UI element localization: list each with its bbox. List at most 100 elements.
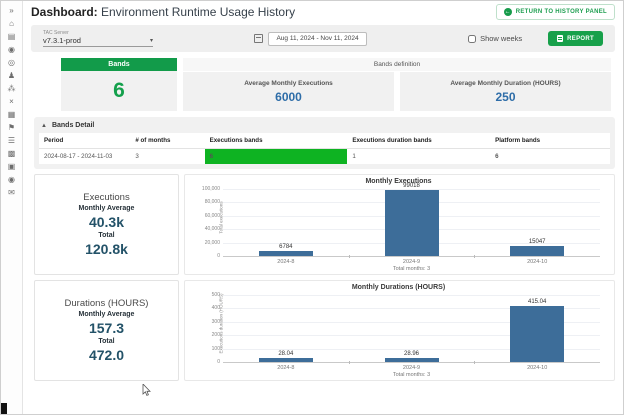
- cell-platform-bands: 6: [490, 149, 610, 165]
- avg-monthly-duration-value: 250: [495, 90, 515, 104]
- bar-2024-8: [259, 358, 313, 362]
- pie-icon[interactable]: ◉: [4, 43, 20, 56]
- chart-plot: 010020030040050028.0428.96415.04: [223, 295, 600, 363]
- users-icon[interactable]: ⁂: [4, 82, 20, 95]
- show-weeks-label: Show weeks: [480, 34, 522, 43]
- y-tick-label: 200: [212, 332, 220, 338]
- page-title-text: Environment Runtime Usage History: [101, 5, 295, 19]
- home-icon[interactable]: ⌂: [4, 17, 20, 30]
- return-to-history-button[interactable]: ← RETURN TO HISTORY PANEL: [496, 4, 615, 20]
- durations-stats-card: Durations (HOURS) Monthly Average 157.3 …: [34, 280, 179, 381]
- y-tick-label: 100: [212, 346, 220, 352]
- cell-executions-duration-bands: 1: [347, 149, 490, 165]
- x-tick-label: 2024-9: [403, 365, 420, 371]
- return-button-label: RETURN TO HISTORY PANEL: [516, 9, 607, 15]
- col-platform-bands: Platform bands: [490, 133, 610, 149]
- col-executions-duration-bands: Executions duration bands: [347, 133, 490, 149]
- user-icon[interactable]: ♟: [4, 69, 20, 82]
- left-sidebar: »⌂▤◉◎♟⁂×▦⚑☰▩▣◉✉: [1, 1, 23, 414]
- avg-monthly-executions-label: Average Monthly Executions: [244, 80, 333, 87]
- executions-total-value: 120.8k: [85, 241, 128, 257]
- cell-months: 3: [130, 149, 204, 165]
- x-axis-label: Total months: 3: [393, 266, 430, 272]
- app-window: »⌂▤◉◎♟⁂×▦⚑☰▩▣◉✉ Dashboard: Environment R…: [0, 0, 624, 415]
- executions-stats-card: Executions Monthly Average 40.3k Total 1…: [34, 174, 179, 275]
- bar-2024-9: [385, 358, 439, 362]
- y-tick-label: 40,000: [205, 226, 220, 232]
- y-tick-label: 100,000: [202, 186, 220, 192]
- y-tick-label: 400: [212, 305, 220, 311]
- col-months: # of months: [130, 133, 204, 149]
- bands-detail-title: Bands Detail: [52, 122, 94, 129]
- col-executions-bands: Executions bands: [205, 133, 348, 149]
- executions-avg-value: 40.3k: [89, 214, 124, 230]
- bar-value-label: 6784: [279, 244, 292, 250]
- settings-icon[interactable]: ◎: [4, 56, 20, 69]
- y-tick-label: 300: [212, 319, 220, 325]
- executions-title: Executions: [83, 192, 129, 203]
- return-icon: ←: [504, 8, 512, 16]
- grid-icon[interactable]: ▦: [4, 108, 20, 121]
- bands-definition-header: Bands definition: [183, 58, 611, 71]
- chart-plot: 020,00040,00060,00080,000100,00067849901…: [223, 189, 600, 257]
- main-content: Dashboard: Environment Runtime Usage His…: [23, 1, 623, 414]
- chart-x-axis: 2024-82024-92024-10Total months: 3: [223, 363, 600, 379]
- monthly-executions-chart: Monthly Executions Total executions 020,…: [184, 174, 615, 275]
- durations-avg-label: Monthly Average: [79, 311, 135, 318]
- bands-detail-section: ▲ Bands Detail Period # of months Execut…: [34, 117, 615, 169]
- show-weeks-group: Show weeks: [468, 34, 522, 43]
- toolbar: TAC Server v7.3.1-prod ▾ Aug 11, 2024 - …: [31, 25, 615, 52]
- copy-icon[interactable]: ▣: [4, 160, 20, 173]
- chat-icon[interactable]: ✉: [4, 186, 20, 199]
- durations-total-value: 472.0: [89, 347, 124, 363]
- bar-2024-10: [510, 246, 564, 256]
- tac-server-field: TAC Server v7.3.1-prod ▾: [43, 30, 153, 47]
- report-button-label: REPORT: [567, 36, 594, 42]
- bands-definition: Bands definition Average Monthly Executi…: [183, 58, 611, 111]
- report-file-icon: [557, 35, 563, 42]
- tac-server-value: v7.3.1-prod: [43, 36, 81, 45]
- date-range-group: Aug 11, 2024 - Nov 11, 2024: [254, 32, 366, 46]
- show-weeks-checkbox[interactable]: [468, 35, 476, 43]
- flag-icon[interactable]: ⚑: [4, 121, 20, 134]
- y-tick-label: 0: [217, 359, 220, 365]
- list-icon[interactable]: ☰: [4, 134, 20, 147]
- bar-2024-9: [385, 190, 439, 256]
- mouse-cursor: [142, 384, 151, 397]
- table-header-row: Period # of months Executions bands Exec…: [39, 133, 610, 149]
- y-tick-label: 20,000: [205, 240, 220, 246]
- y-tick-label: 500: [212, 292, 220, 298]
- tac-server-select[interactable]: v7.3.1-prod ▾: [43, 36, 153, 47]
- page-title-prefix: Dashboard:: [31, 5, 98, 19]
- collapse-chevron-icon[interactable]: ▲: [41, 123, 47, 129]
- bar-value-label: 28.96: [404, 351, 419, 357]
- shuffle-icon[interactable]: ×: [4, 95, 20, 108]
- y-tick-label: 0: [217, 253, 220, 259]
- monthly-durations-chart: Monthly Durations (HOURS) Executions dur…: [184, 280, 615, 381]
- y-tick-label: 80,000: [205, 199, 220, 205]
- avg-monthly-executions-card: Average Monthly Executions 6000: [183, 72, 394, 111]
- bar-value-label: 99018: [403, 183, 420, 189]
- corner-mark: [1, 403, 7, 414]
- report-button[interactable]: REPORT: [548, 31, 603, 46]
- eye-icon[interactable]: ◉: [4, 173, 20, 186]
- table-row: 2024-08-17 - 2024-11-03 3 6 1 6: [39, 149, 610, 165]
- x-tick-label: 2024-8: [277, 259, 294, 265]
- calendar-icon[interactable]: [254, 34, 263, 43]
- durations-avg-value: 157.3: [89, 320, 124, 336]
- modules-icon[interactable]: ▩: [4, 147, 20, 160]
- x-tick-label: 2024-9: [403, 259, 420, 265]
- chart-x-axis: 2024-82024-92024-10Total months: 3: [223, 257, 600, 273]
- avg-monthly-executions-value: 6000: [275, 90, 302, 104]
- x-axis-label: Total months: 3: [393, 372, 430, 378]
- expand-sidebar-icon[interactable]: »: [4, 4, 20, 17]
- bands-card: Bands 6: [61, 58, 177, 111]
- date-range-input[interactable]: Aug 11, 2024 - Nov 11, 2024: [268, 32, 366, 46]
- cell-executions-bands: 6: [205, 149, 348, 165]
- document-icon[interactable]: ▤: [4, 30, 20, 43]
- executions-total-label: Total: [98, 232, 114, 239]
- col-period: Period: [39, 133, 130, 149]
- durations-total-label: Total: [98, 338, 114, 345]
- durations-title: Durations (HOURS): [65, 298, 149, 309]
- x-tick-label: 2024-10: [527, 365, 547, 371]
